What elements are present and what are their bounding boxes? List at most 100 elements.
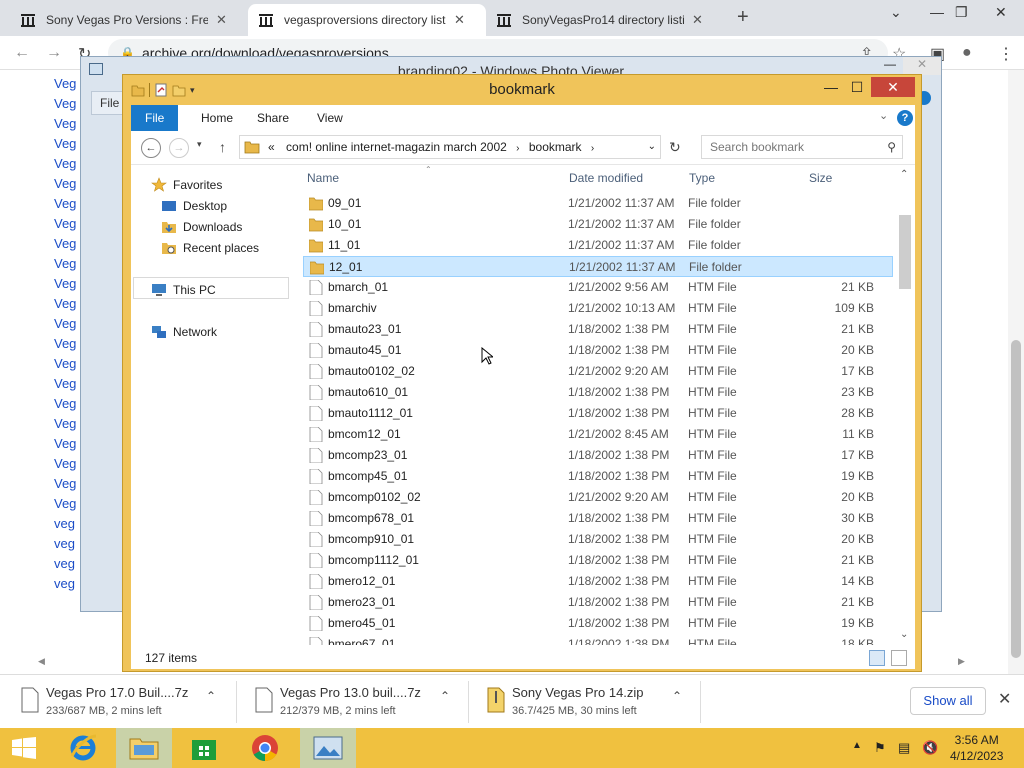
column-header-date[interactable]: Date modified [569,171,643,185]
up-icon[interactable]: ↑ [219,139,226,155]
close-tab-icon[interactable]: ✕ [692,12,703,28]
new-tab-button[interactable]: + [737,6,749,29]
restore-icon[interactable]: ❐ [955,4,968,21]
file-row[interactable]: bmcomp0102_02 1/21/2002 9:20 AM HTM File 20… [303,487,893,508]
directory-link[interactable]: Veg [54,436,76,456]
volume-muted-icon[interactable]: 🔇 [922,740,938,756]
scroll-up-icon[interactable]: ⌃ [900,169,908,180]
back-icon[interactable]: ← [141,138,161,158]
page-scroll-thumb[interactable] [1011,340,1021,658]
directory-link[interactable]: Veg [54,256,76,276]
file-row[interactable]: bmauto45_01 1/18/2002 1:38 PM HTM File 20 K… [303,340,893,361]
large-icons-view-icon[interactable] [891,650,907,666]
directory-link[interactable]: Veg [54,196,76,216]
taskbar-store[interactable] [176,728,232,768]
network-status-icon[interactable]: ▤ [898,740,910,756]
start-button[interactable] [0,728,50,768]
browser-tab-1[interactable]: Sony Vegas Pro Versions : Free D ✕ [10,4,246,36]
directory-link[interactable]: Veg [54,156,76,176]
directory-link[interactable]: veg [54,516,76,536]
breadcrumb-separator-icon[interactable]: › [516,143,519,154]
breadcrumb-item[interactable]: bookmark [529,140,582,154]
explorer-close-icon[interactable]: ✕ [871,77,915,97]
nav-this-pc[interactable]: This PC [151,280,216,300]
file-row[interactable]: 11_01 1/21/2002 11:37 AM File folder [303,235,893,256]
explorer-minimize-icon[interactable]: — [819,79,843,95]
file-row[interactable]: 10_01 1/21/2002 11:37 AM File folder [303,214,893,235]
file-row[interactable]: bmcom12_01 1/21/2002 8:45 AM HTM File 11 KB [303,424,893,445]
file-row[interactable]: bmero45_01 1/18/2002 1:38 PM HTM File 19 KB [303,613,893,634]
directory-link[interactable]: Veg [54,176,76,196]
file-row[interactable]: bmarchiv 1/21/2002 10:13 AM HTM File 109 KB [303,298,893,319]
explorer-maximize-icon[interactable]: ☐ [845,79,869,96]
close-download-shelf-icon[interactable]: ✕ [998,689,1011,709]
download-item-1[interactable]: Vegas Pro 17.0 Buil....7z 233/687 MB, 2 … [20,681,230,723]
close-tab-icon[interactable]: ✕ [216,12,227,28]
profile-icon[interactable]: ● [962,44,972,62]
file-list-scroll-thumb[interactable] [899,215,911,289]
scroll-left-icon[interactable]: ◀ [38,656,45,667]
file-row[interactable]: bmcomp910_01 1/18/2002 1:38 PM HTM File 20 … [303,529,893,550]
show-all-downloads-button[interactable]: Show all [910,687,986,715]
taskbar-photo-viewer[interactable] [300,728,356,768]
help-icon[interactable]: ? [897,110,913,126]
file-row[interactable]: bmcomp1112_01 1/18/2002 1:38 PM HTM File 21… [303,550,893,571]
show-hidden-icons-icon[interactable]: ▲ [852,740,862,751]
directory-link[interactable]: Veg [54,96,76,116]
directory-link[interactable]: Veg [54,396,76,416]
browser-tab-3[interactable]: SonyVegasPro14 directory listing ✕ [486,4,724,36]
file-row[interactable]: bmcomp678_01 1/18/2002 1:38 PM HTM File 30 … [303,508,893,529]
directory-link[interactable]: Veg [54,336,76,356]
directory-link[interactable]: Veg [54,136,76,156]
directory-link[interactable]: Veg [54,296,76,316]
file-row[interactable]: bmero12_01 1/18/2002 1:38 PM HTM File 14 KB [303,571,893,592]
browser-tab-2[interactable]: vegasproversions directory listing ✕ [248,4,486,36]
scroll-right-icon[interactable]: ▶ [958,656,965,667]
file-row[interactable]: bmauto23_01 1/18/2002 1:38 PM HTM File 21 K… [303,319,893,340]
action-center-flag-icon[interactable]: ⚑ [874,740,886,756]
file-row[interactable]: bmcomp23_01 1/18/2002 1:38 PM HTM File 17 K… [303,445,893,466]
directory-link[interactable]: Veg [54,76,76,96]
file-row[interactable]: 12_01 1/21/2002 11:37 AM File folder [303,256,893,277]
recent-locations-icon[interactable]: ▾ [197,139,202,150]
directory-link[interactable]: Veg [54,456,76,476]
nav-network[interactable]: Network [151,322,217,342]
page-scrollbar[interactable] [1008,70,1024,674]
directory-link[interactable]: Veg [54,416,76,436]
nav-recent-places[interactable]: Recent places [161,238,259,258]
breadcrumb[interactable]: « com! online internet-magazin march 200… [239,135,661,159]
column-header-type[interactable]: Type [689,171,715,185]
file-row[interactable]: 09_01 1/21/2002 11:37 AM File folder [303,193,893,214]
file-row[interactable]: bmarch_01 1/21/2002 9:56 AM HTM File 21 KB [303,277,893,298]
address-dropdown-icon[interactable]: ⌄ [648,136,656,158]
ribbon-tab-share[interactable]: Share [243,105,303,131]
file-row[interactable]: bmauto610_01 1/18/2002 1:38 PM HTM File 23 … [303,382,893,403]
close-tab-icon[interactable]: ✕ [454,12,465,28]
download-menu-icon[interactable]: ⌃ [672,689,682,703]
directory-link[interactable]: Veg [54,276,76,296]
file-row[interactable]: bmcomp45_01 1/18/2002 1:38 PM HTM File 19 K… [303,466,893,487]
photo-viewer-close-icon[interactable]: ✕ [903,57,941,75]
taskbar-file-explorer[interactable] [116,728,172,768]
directory-link[interactable]: veg [54,556,76,576]
directory-link[interactable]: veg [54,536,76,556]
file-row[interactable]: bmauto0102_02 1/21/2002 9:20 AM HTM File 17… [303,361,893,382]
directory-link[interactable]: Veg [54,356,76,376]
ribbon-tab-file[interactable]: File [131,105,179,131]
directory-link[interactable]: veg [54,576,76,596]
file-row[interactable]: bmero67_01 1/18/2002 1:38 PM HTM File 18 KB [303,634,893,645]
system-clock[interactable]: 3:56 AM 4/12/2023 [950,732,1003,764]
file-row[interactable]: bmero23_01 1/18/2002 1:38 PM HTM File 21 KB [303,592,893,613]
breadcrumb-overflow[interactable]: « [268,140,275,154]
directory-link[interactable]: Veg [54,316,76,336]
taskbar-internet-explorer[interactable] [56,728,112,768]
download-menu-icon[interactable]: ⌃ [440,689,450,703]
directory-link[interactable]: Veg [54,116,76,136]
breadcrumb-item[interactable]: com! online internet-magazin march 2002 [286,140,507,154]
taskbar-chrome[interactable] [238,728,294,768]
directory-link[interactable]: Veg [54,496,76,516]
forward-icon[interactable]: → [46,44,62,62]
refresh-icon[interactable]: ↻ [669,139,681,156]
menu-icon[interactable]: ⋮ [998,44,1014,64]
ribbon-tab-home[interactable]: Home [187,105,247,131]
